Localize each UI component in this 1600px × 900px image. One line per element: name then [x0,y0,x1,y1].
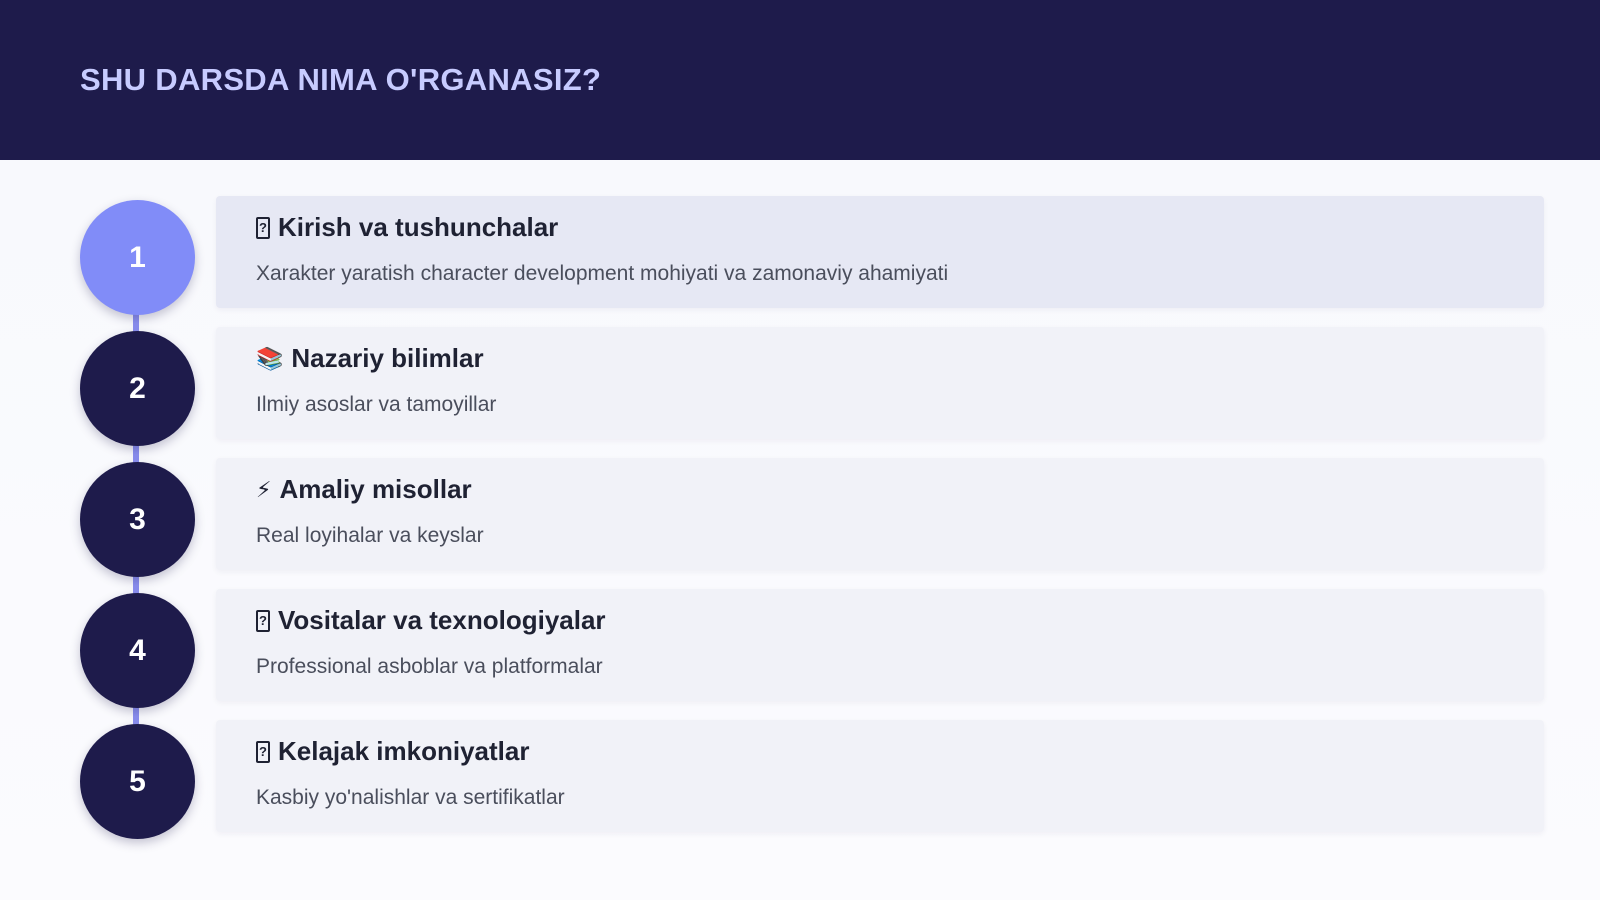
placeholder-glyph-icon: ? [256,216,270,239]
step-description: Xarakter yaratish character development … [256,262,949,285]
step-card[interactable]: ? Vositalar va texnologiyalar Profession… [216,589,1544,701]
step-row: 1 ? Kirish va tushunchalar Xarakter yara… [0,196,1600,315]
step-card[interactable]: ? Kirish va tushunchalar Xarakter yarati… [216,196,1544,308]
step-row: 3 ⚡ Amaliy misollar Real loyihalar va ke… [0,458,1600,577]
step-row: 5 ? Kelajak imkoniyatlar Kasbiy yo'nalis… [0,720,1600,839]
step-card[interactable]: ? Kelajak imkoniyatlar Kasbiy yo'nalishl… [216,720,1544,832]
step-title: Kirish va tushunchalar [278,212,559,242]
placeholder-glyph-icon: ? [256,740,270,763]
step-number-badge: 5 [80,724,195,839]
step-description: Real loyihalar va keyslar [256,524,484,547]
books-icon: 📚 [256,345,284,371]
step-row: 2 📚 Nazariy bilimlar Ilmiy asoslar va ta… [0,327,1600,446]
step-card[interactable]: ⚡ Amaliy misollar Real loyihalar va keys… [216,458,1544,570]
step-number-badge: 3 [80,462,195,577]
step-description: Professional asboblar va platformalar [256,655,603,678]
page-title: SHU DARSDA NIMA O'RGANASIZ? [80,62,602,97]
step-card[interactable]: 📚 Nazariy bilimlar Ilmiy asoslar va tamo… [216,327,1544,439]
step-description: Ilmiy asoslar va tamoyillar [256,393,497,416]
step-number-badge: 4 [80,593,195,708]
header-bar: SHU DARSDA NIMA O'RGANASIZ? [0,0,1600,160]
step-description: Kasbiy yo'nalishlar va sertifikatlar [256,786,565,809]
step-number-badge: 2 [80,331,195,446]
step-title: Kelajak imkoniyatlar [278,736,530,766]
lightning-icon: ⚡ [256,476,272,502]
step-title: Amaliy misollar [279,474,472,504]
step-number-badge: 1 [80,200,195,315]
step-title: Vositalar va texnologiyalar [278,605,606,635]
placeholder-glyph-icon: ? [256,609,270,632]
step-row: 4 ? Vositalar va texnologiyalar Professi… [0,589,1600,708]
step-title: Nazariy bilimlar [291,343,484,373]
